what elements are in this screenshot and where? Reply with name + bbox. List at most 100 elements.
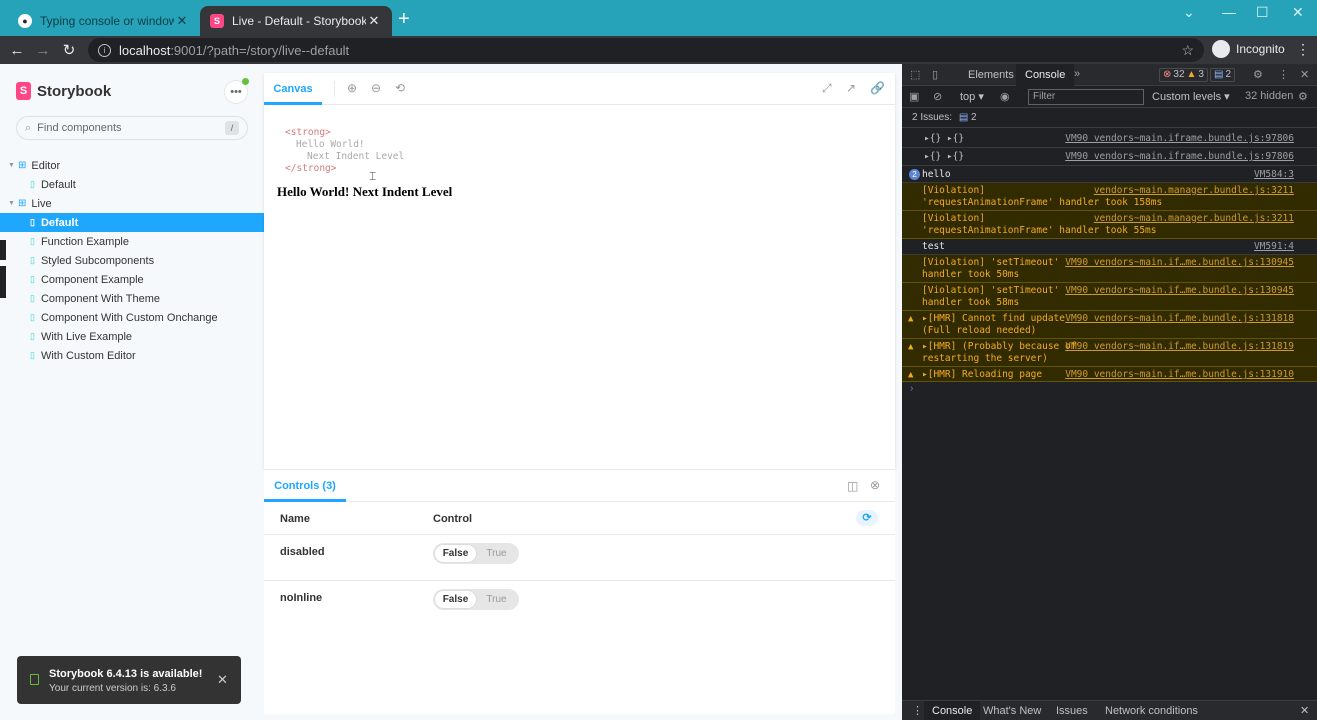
console-violation[interactable]: [Violation] 'setTimeout' handler took 58… — [902, 283, 1317, 311]
close-tab-icon[interactable]: ✕ — [366, 13, 382, 29]
settings-gear-icon[interactable]: ⚙ — [1253, 68, 1263, 81]
console-warning[interactable]: ▲ ▸[HMR] Cannot find update (Full reload… — [902, 311, 1317, 339]
zoom-out-icon[interactable]: ⊖ — [371, 81, 381, 95]
log-source-link[interactable]: VM90 vendors~main.if…me.bundle.js:131910 — [1065, 369, 1294, 381]
console-warning[interactable]: ▲ ▸[HMR] Reloading page VM90 vendors~mai… — [902, 367, 1317, 382]
browser-tab-storybook[interactable]: S Live - Default - Storybook ✕ — [200, 6, 392, 36]
log-source-link[interactable]: VM90 vendors~main.if…me.bundle.js:130945 — [1065, 257, 1294, 269]
drawer-tab-network-conditions[interactable]: Network conditions — [1105, 701, 1198, 720]
search-input[interactable]: ⌕ Find components / — [16, 116, 248, 140]
console-warning[interactable]: ▲ ▸[HMR] (Probably because of restarting… — [902, 339, 1317, 367]
tree-story-styled-subcomponents[interactable]: ▯ Styled Subcomponents — [0, 251, 264, 270]
tab-console[interactable]: Console — [1016, 64, 1075, 86]
close-devtools-icon[interactable]: ✕ — [1300, 68, 1309, 81]
log-levels-select[interactable]: Custom levels ▾ — [1152, 90, 1230, 103]
profile-button[interactable]: Incognito — [1212, 40, 1285, 58]
sidebar-menu-button[interactable]: ••• — [225, 78, 249, 103]
fullscreen-icon[interactable]: ⤢ — [822, 81, 832, 96]
copy-link-icon[interactable]: 🔗 — [870, 81, 885, 95]
tree-story-editor-default[interactable]: ▯ Default — [0, 175, 264, 194]
console-prompt-input[interactable]: › — [910, 383, 913, 394]
clear-console-icon[interactable]: ⊘ — [933, 90, 942, 103]
console-message[interactable]: ▸{} ▸{} VM90 vendors~main.iframe.bundle.… — [902, 130, 1317, 148]
toggle-false[interactable]: False — [435, 545, 476, 562]
storybook-logo[interactable]: S Storybook — [16, 82, 111, 100]
tree-story-component-with-theme[interactable]: ▯ Component With Theme — [0, 289, 264, 308]
tab-canvas[interactable]: Canvas — [264, 73, 322, 105]
toggle-false[interactable]: False — [435, 591, 476, 608]
more-tabs-icon[interactable]: » — [1074, 68, 1080, 80]
context-select[interactable]: top ▾ — [960, 90, 984, 103]
close-tab-icon[interactable]: ✕ — [174, 13, 190, 29]
log-source-link[interactable]: VM90 vendors~main.iframe.bundle.js:97806 — [1065, 133, 1294, 145]
tree-story-live-default[interactable]: ▯ Default — [0, 213, 264, 232]
tree-story-with-live-example[interactable]: ▯ With Live Example — [0, 327, 264, 346]
drawer-tab-console[interactable]: Console — [924, 701, 981, 720]
drawer-menu-icon[interactable]: ⋮ — [912, 701, 923, 720]
boolean-toggle[interactable]: False True — [433, 543, 519, 564]
zoom-in-icon[interactable]: ⊕ — [347, 81, 357, 95]
column-header-name: Name — [280, 513, 310, 525]
log-source-link[interactable]: vendors~main.manager.bundle.js:3211 — [1094, 185, 1294, 197]
tab-elements[interactable]: Elements — [968, 64, 1014, 86]
log-source-link[interactable]: VM584:3 — [1254, 169, 1294, 181]
info-icon[interactable]: i — [98, 43, 111, 57]
close-drawer-icon[interactable]: ✕ — [1300, 701, 1309, 720]
inspect-element-icon[interactable]: ⬚ — [910, 68, 920, 81]
toggle-true[interactable]: True — [476, 591, 517, 608]
tab-controls[interactable]: Controls (3) — [264, 470, 346, 502]
log-source-link[interactable]: VM90 vendors~main.if…me.bundle.js:131819 — [1065, 341, 1294, 353]
console-violation[interactable]: [Violation] 'requestAnimationFrame' hand… — [902, 211, 1317, 239]
toggle-true[interactable]: True — [476, 545, 517, 562]
filter-input[interactable]: Filter — [1028, 89, 1144, 105]
console-violation[interactable]: [Violation] 'requestAnimationFrame' hand… — [902, 183, 1317, 211]
console-settings-gear-icon[interactable]: ⚙ — [1298, 90, 1308, 103]
live-code-editor[interactable]: <strong> Hello World! Next Indent Level … — [285, 127, 404, 175]
log-source-link[interactable]: vendors~main.manager.bundle.js:3211 — [1094, 213, 1294, 225]
log-source-link[interactable]: VM90 vendors~main.if…me.bundle.js:130945 — [1065, 285, 1294, 297]
open-new-tab-icon[interactable]: ↗ — [846, 81, 856, 95]
error-badge[interactable]: ⊗ 32 ▲ 3 — [1159, 68, 1208, 82]
minimize-button[interactable]: — — [1222, 4, 1236, 20]
tree-group-live[interactable]: ▼ ⊞ Live — [0, 194, 264, 213]
maximize-button[interactable]: ☐ — [1256, 4, 1269, 21]
messages-badge[interactable]: ▤ 2 — [1210, 68, 1236, 82]
panel-orientation-icon[interactable]: ◫ — [847, 479, 858, 493]
log-source-link[interactable]: VM591:4 — [1254, 241, 1294, 253]
log-source-link[interactable]: VM90 vendors~main.iframe.bundle.js:97806 — [1065, 151, 1294, 163]
sidebar-toggle-icon[interactable]: ▣ — [909, 90, 919, 103]
log-text: [Violation] 'setTimeout' handler took 58… — [922, 285, 1060, 308]
update-notification[interactable]: Storybook 6.4.13 is available! Your curr… — [17, 656, 241, 704]
close-panel-icon[interactable]: ⊗ — [870, 478, 880, 492]
zoom-reset-icon[interactable]: ⟲ — [395, 81, 405, 95]
tree-story-with-custom-editor[interactable]: ▯ With Custom Editor — [0, 346, 264, 365]
boolean-toggle[interactable]: False True — [433, 589, 519, 610]
close-window-button[interactable]: ✕ — [1292, 4, 1304, 21]
browser-tab-github[interactable]: ● Typing console or window crashe ✕ — [8, 6, 200, 36]
new-tab-button[interactable]: + — [398, 8, 410, 31]
drawer-tab-whats-new[interactable]: What's New — [983, 701, 1041, 720]
live-expression-eye-icon[interactable]: ◉ — [1000, 90, 1010, 103]
console-message[interactable]: test VM591:4 — [902, 239, 1317, 255]
tree-story-function-example[interactable]: ▯ Function Example — [0, 232, 264, 251]
bookmark-star-icon[interactable]: ☆ — [1181, 42, 1194, 59]
back-arrow-icon[interactable]: ← — [4, 42, 30, 59]
log-source-link[interactable]: VM90 vendors~main.if…me.bundle.js:131818 — [1065, 313, 1294, 325]
tree-group-editor[interactable]: ▼ ⊞ Editor — [0, 156, 264, 175]
console-message[interactable]: ▸{} ▸{} VM90 vendors~main.iframe.bundle.… — [902, 148, 1317, 166]
browser-menu-icon[interactable]: ⋮ — [1296, 41, 1310, 58]
chevron-down-icon[interactable]: ⌄ — [1183, 4, 1195, 21]
forward-arrow-icon[interactable]: → — [30, 42, 56, 59]
address-bar[interactable]: i localhost:9001/?path=/story/live--defa… — [88, 38, 1204, 62]
reload-icon[interactable]: ↻ — [56, 41, 82, 59]
device-toolbar-icon[interactable]: ▯ — [932, 68, 938, 81]
issues-bar[interactable]: 2 Issues: ▤ 2 — [902, 108, 1317, 128]
close-icon[interactable]: ✕ — [217, 672, 228, 688]
console-violation[interactable]: [Violation] 'setTimeout' handler took 50… — [902, 255, 1317, 283]
tree-story-component-example[interactable]: ▯ Component Example — [0, 270, 264, 289]
drawer-tab-issues[interactable]: Issues — [1056, 701, 1088, 720]
console-message[interactable]: 2 hello VM584:3 — [902, 166, 1317, 183]
reset-controls-button[interactable]: ⟳ — [856, 510, 878, 526]
customize-menu-icon[interactable]: ⋮ — [1278, 68, 1289, 81]
tree-story-custom-onchange[interactable]: ▯ Component With Custom Onchange — [0, 308, 264, 327]
